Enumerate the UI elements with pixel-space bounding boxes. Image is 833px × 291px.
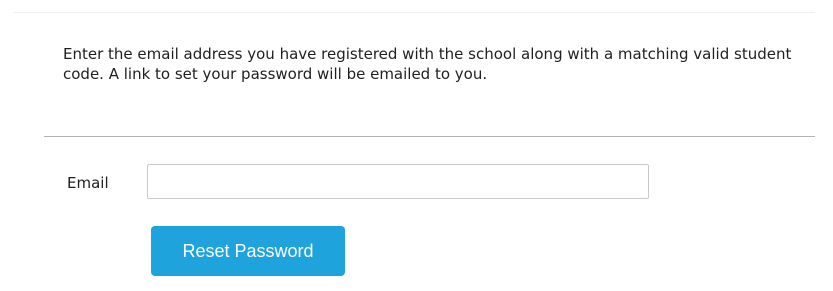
- email-field[interactable]: [147, 164, 649, 199]
- reset-password-panel: Enter the email address you have registe…: [0, 0, 833, 291]
- reset-password-button[interactable]: Reset Password: [151, 226, 345, 276]
- top-divider: [13, 12, 815, 13]
- email-label: Email: [67, 174, 109, 192]
- section-divider: [44, 136, 815, 137]
- instructions-text: Enter the email address you have registe…: [63, 45, 792, 83]
